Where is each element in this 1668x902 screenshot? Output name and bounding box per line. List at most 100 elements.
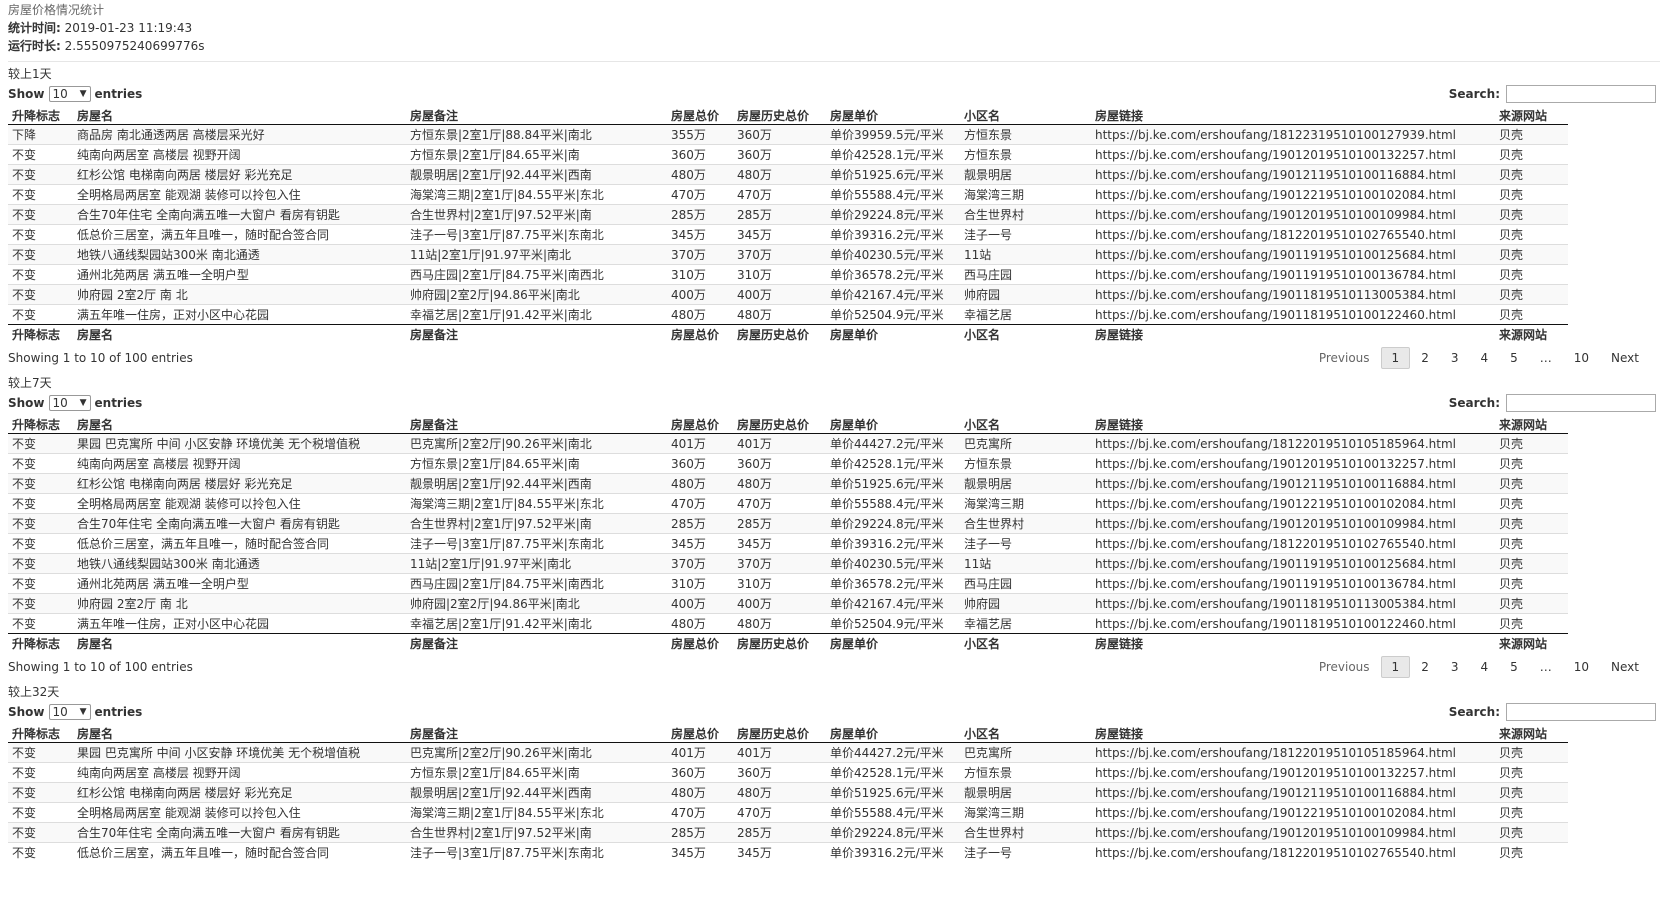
column-header-community[interactable]: 小区名 <box>960 415 1091 434</box>
cell-link[interactable]: https://bj.ke.com/ershoufang/19012219510… <box>1091 493 1495 514</box>
cell-community: 靓景明居 <box>960 782 1091 803</box>
page-button[interactable]: 3 <box>1440 657 1470 677</box>
next-button[interactable]: Next <box>1600 348 1650 368</box>
previous-button[interactable]: Previous <box>1308 348 1381 368</box>
page-length-control: Show 10 ▼ entries <box>8 704 142 720</box>
cell-total-price: 480万 <box>667 782 733 803</box>
cell-history-price: 370万 <box>733 553 826 574</box>
column-header-unit-price[interactable]: 房屋单价 <box>826 106 960 125</box>
column-header-source[interactable]: 来源网站 <box>1495 106 1568 125</box>
page-length-select[interactable]: 10 ▼ <box>48 86 91 102</box>
cell-link[interactable]: https://bj.ke.com/ershoufang/19011819510… <box>1091 284 1495 305</box>
cell-source: 贝壳 <box>1495 433 1568 454</box>
column-header-unit-price[interactable]: 房屋单价 <box>826 724 960 743</box>
page-length-select[interactable]: 10 ▼ <box>48 704 91 720</box>
cell-link[interactable]: https://bj.ke.com/ershoufang/19011819510… <box>1091 613 1495 634</box>
column-header-house-name[interactable]: 房屋名 <box>73 415 406 434</box>
cell-link[interactable]: https://bj.ke.com/ershoufang/18122019510… <box>1091 433 1495 454</box>
column-header-total-price[interactable]: 房屋总价 <box>667 106 733 125</box>
cell-link[interactable]: https://bj.ke.com/ershoufang/19012019510… <box>1091 144 1495 165</box>
column-header-house-note[interactable]: 房屋备注 <box>406 415 667 434</box>
column-header-house-note[interactable]: 房屋备注 <box>406 106 667 125</box>
column-header-link[interactable]: 房屋链接 <box>1091 415 1495 434</box>
cell-link[interactable]: https://bj.ke.com/ershoufang/19012019510… <box>1091 453 1495 474</box>
cell-link[interactable]: https://bj.ke.com/ershoufang/19012019510… <box>1091 762 1495 783</box>
table-row: 不变 全明格局两居室 能观湖 装修可以拎包入住 海棠湾三期|2室1厅|84.55平米… <box>8 493 1568 514</box>
previous-button[interactable]: Previous <box>1308 657 1381 677</box>
cell-link[interactable]: https://bj.ke.com/ershoufang/19011819510… <box>1091 593 1495 614</box>
search-input[interactable] <box>1506 703 1656 721</box>
cell-link[interactable]: https://bj.ke.com/ershoufang/19012019510… <box>1091 822 1495 843</box>
cell-link[interactable]: https://bj.ke.com/ershoufang/19012219510… <box>1091 184 1495 205</box>
chevron-down-icon: ▼ <box>79 707 87 717</box>
cell-history-price: 285万 <box>733 822 826 843</box>
page-button[interactable]: 4 <box>1469 657 1499 677</box>
column-footer-change-flag: 升降标志 <box>8 633 73 652</box>
table-controls: Show 10 ▼ entries Search: <box>8 702 1660 722</box>
cell-link[interactable]: https://bj.ke.com/ershoufang/18122019510… <box>1091 742 1495 763</box>
search-input[interactable] <box>1506 85 1656 103</box>
cell-link[interactable]: https://bj.ke.com/ershoufang/19011919510… <box>1091 573 1495 594</box>
cell-link[interactable]: https://bj.ke.com/ershoufang/19012019510… <box>1091 204 1495 225</box>
cell-link[interactable]: https://bj.ke.com/ershoufang/19011919510… <box>1091 553 1495 574</box>
column-header-change-flag[interactable]: 升降标志 <box>8 106 73 125</box>
column-header-link[interactable]: 房屋链接 <box>1091 106 1495 125</box>
cell-link[interactable]: https://bj.ke.com/ershoufang/18122019510… <box>1091 842 1495 862</box>
cell-link[interactable]: https://bj.ke.com/ershoufang/19012119510… <box>1091 164 1495 185</box>
page-button[interactable]: 3 <box>1440 348 1470 368</box>
column-header-house-note[interactable]: 房屋备注 <box>406 724 667 743</box>
page-button[interactable]: 4 <box>1469 348 1499 368</box>
page-button[interactable]: 1 <box>1380 347 1411 369</box>
cell-change-flag: 不变 <box>8 553 73 574</box>
cell-link[interactable]: https://bj.ke.com/ershoufang/19011919510… <box>1091 244 1495 265</box>
column-header-community[interactable]: 小区名 <box>960 724 1091 743</box>
column-header-link[interactable]: 房屋链接 <box>1091 724 1495 743</box>
page-button[interactable]: 10 <box>1563 348 1600 368</box>
column-header-community[interactable]: 小区名 <box>960 106 1091 125</box>
page-button[interactable]: 5 <box>1499 657 1529 677</box>
column-header-history-price[interactable]: 房屋历史总价 <box>733 415 826 434</box>
column-header-source[interactable]: 来源网站 <box>1495 724 1568 743</box>
cell-link[interactable]: https://bj.ke.com/ershoufang/19012019510… <box>1091 513 1495 534</box>
cell-link[interactable]: https://bj.ke.com/ershoufang/19011919510… <box>1091 264 1495 285</box>
cell-link[interactable]: https://bj.ke.com/ershoufang/19012219510… <box>1091 802 1495 823</box>
page-length-select[interactable]: 10 ▼ <box>48 395 91 411</box>
column-footer-community: 小区名 <box>960 633 1091 652</box>
column-header-total-price[interactable]: 房屋总价 <box>667 415 733 434</box>
cell-link[interactable]: https://bj.ke.com/ershoufang/19012119510… <box>1091 782 1495 803</box>
cell-source: 贝壳 <box>1495 184 1568 205</box>
cell-link[interactable]: https://bj.ke.com/ershoufang/18122019510… <box>1091 533 1495 554</box>
table-row: 不变 通州北苑两居 满五唯一全明户型 西马庄园|2室1厅|84.75平米|南西北 31… <box>8 573 1568 594</box>
page-button[interactable]: 5 <box>1499 348 1529 368</box>
column-header-house-name[interactable]: 房屋名 <box>73 724 406 743</box>
search-input[interactable] <box>1506 394 1656 412</box>
cell-unit-price: 单价39316.2元/平米 <box>826 224 960 245</box>
cell-house-note: 西马庄园|2室1厅|84.75平米|南西北 <box>406 264 667 285</box>
next-button[interactable]: Next <box>1600 657 1650 677</box>
column-header-change-flag[interactable]: 升降标志 <box>8 724 73 743</box>
page-button[interactable]: 1 <box>1380 656 1411 678</box>
page-button[interactable]: 2 <box>1410 657 1440 677</box>
divider <box>8 61 1660 62</box>
cell-link[interactable]: https://bj.ke.com/ershoufang/19012119510… <box>1091 473 1495 494</box>
table-footer: Showing 1 to 10 of 100 entries Previous 1 2… <box>8 652 1660 682</box>
cell-link[interactable]: https://bj.ke.com/ershoufang/18122019510… <box>1091 224 1495 245</box>
cell-community: 海棠湾三期 <box>960 184 1091 205</box>
column-header-source[interactable]: 来源网站 <box>1495 415 1568 434</box>
page-button[interactable]: 2 <box>1410 348 1440 368</box>
column-header-unit-price[interactable]: 房屋单价 <box>826 415 960 434</box>
cell-link[interactable]: https://bj.ke.com/ershoufang/18122319510… <box>1091 124 1495 145</box>
table-footer: Showing 1 to 10 of 100 entries Previous 1 2… <box>8 343 1660 373</box>
cell-history-price: 470万 <box>733 802 826 823</box>
entries-label: entries <box>94 396 143 410</box>
page-button[interactable]: 10 <box>1563 657 1600 677</box>
cell-link[interactable]: https://bj.ke.com/ershoufang/19011819510… <box>1091 304 1495 325</box>
search-control: Search: <box>1449 85 1656 103</box>
cell-unit-price: 单价51925.6元/平米 <box>826 473 960 494</box>
column-header-history-price[interactable]: 房屋历史总价 <box>733 106 826 125</box>
column-header-change-flag[interactable]: 升降标志 <box>8 415 73 434</box>
column-header-history-price[interactable]: 房屋历史总价 <box>733 724 826 743</box>
column-header-house-name[interactable]: 房屋名 <box>73 106 406 125</box>
column-header-total-price[interactable]: 房屋总价 <box>667 724 733 743</box>
cell-total-price: 360万 <box>667 762 733 783</box>
